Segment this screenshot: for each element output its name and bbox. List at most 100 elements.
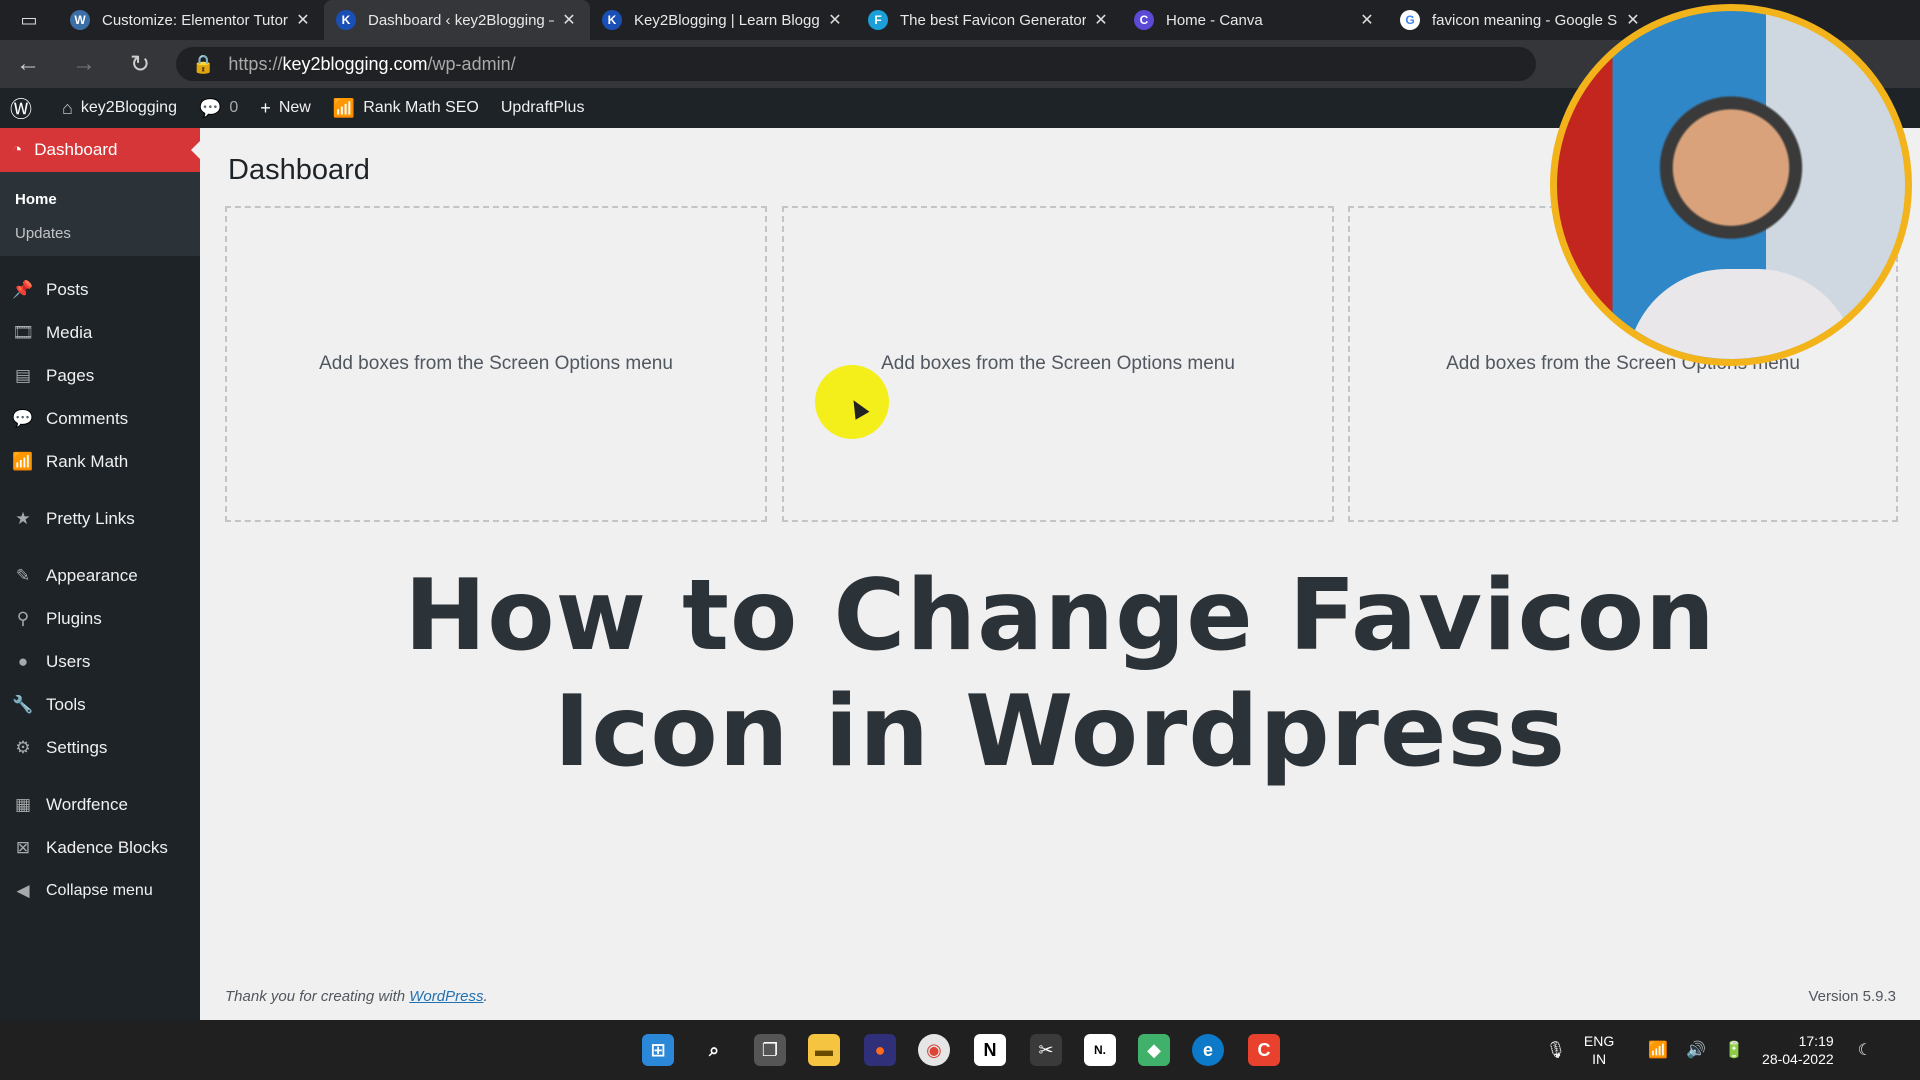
edge-icon[interactable]: e: [1192, 1034, 1224, 1066]
chrome-icon[interactable]: ◉: [918, 1034, 950, 1066]
new-label: New: [278, 99, 311, 116]
sidebar-item-users[interactable]: ● Users: [0, 640, 200, 683]
sidebar-item-posts[interactable]: 📌 Posts: [0, 268, 200, 311]
brush-icon: ✎: [15, 565, 31, 585]
reload-icon[interactable]: ↻: [112, 50, 168, 79]
sidebar-item-label: Settings: [46, 737, 108, 757]
close-tab-icon[interactable]: ✕: [1092, 10, 1110, 30]
empty-dashboard-box: Add boxes from the Screen Options menu: [225, 206, 767, 522]
site-name-link[interactable]: ⌂ key2Blogging: [62, 98, 177, 119]
sidebar-item-media[interactable]: 🎞 Media: [0, 311, 200, 354]
sidebar-item-appearance[interactable]: ✎ Appearance: [0, 554, 200, 597]
wordpress-icon: W: [70, 10, 90, 30]
sidebar-item-pages[interactable]: ▤ Pages: [0, 354, 200, 397]
browser-tab[interactable]: K Key2Blogging | Learn Blogg ✕: [590, 0, 856, 40]
notion-icon[interactable]: N: [974, 1034, 1006, 1066]
notification-icon[interactable]: ☾: [1858, 1040, 1872, 1060]
favicon-generator-icon: F: [868, 10, 888, 30]
close-tab-icon[interactable]: ✕: [1624, 10, 1642, 30]
sidebar-item-label: Plugins: [46, 608, 102, 628]
back-icon[interactable]: ←: [0, 50, 56, 78]
k2b-icon: K: [602, 10, 622, 30]
admin-footer-text: Thank you for creating with WordPress.: [225, 988, 488, 1005]
tab-title: The best Favicon Generator: [900, 11, 1086, 29]
sidebar-item-wordfence[interactable]: ▦ Wordfence: [0, 783, 200, 826]
sidebar-item-tools[interactable]: 🔧 Tools: [0, 683, 200, 726]
dashboard-submenu: Home Updates: [0, 172, 200, 256]
notepad-icon[interactable]: N.: [1084, 1034, 1116, 1066]
sidebar-item-label: Pages: [46, 365, 95, 385]
lang-top: ENG: [1583, 1033, 1615, 1049]
sidebar-item-label: Media: [46, 322, 93, 342]
comment-icon: 💬: [12, 408, 34, 428]
start-icon[interactable]: ⊞: [642, 1034, 674, 1066]
rank-math-seo-link[interactable]: 📶 Rank Math SEO: [333, 98, 479, 119]
submenu-updates[interactable]: Updates: [0, 216, 200, 250]
sidebar-item-kadence-blocks[interactable]: ⊠ Kadence Blocks: [0, 826, 200, 869]
admin-sidebar: ◔ Dashboard Home Updates 📌 Posts 🎞 Media ▤ Pa…: [0, 128, 200, 1020]
menu-dashboard-label: Dashboard: [34, 140, 118, 159]
close-tab-icon[interactable]: ✕: [294, 10, 312, 30]
address-bar[interactable]: 🔒 https://key2blogging.com/wp-admin/: [176, 47, 1536, 81]
sidebar-item-label: Collapse menu: [46, 881, 153, 899]
url-host: key2blogging.com: [282, 53, 428, 74]
submenu-home[interactable]: Home: [0, 182, 200, 216]
sidebar-item-settings[interactable]: ⚙ Settings: [0, 726, 200, 769]
comments-link[interactable]: 💬 0: [199, 98, 238, 119]
sidebar-item-label: Posts: [46, 279, 89, 299]
tab-title: Dashboard ‹ key2Blogging –: [368, 11, 554, 29]
home-icon: ⌂: [62, 97, 73, 118]
browser-tab[interactable]: K Dashboard ‹ key2Blogging – ✕: [324, 0, 590, 40]
search-icon[interactable]: ⌕: [698, 1034, 730, 1066]
tab-actions-icon[interactable]: ▭: [0, 0, 58, 40]
wifi-icon[interactable]: 📶: [1648, 1040, 1668, 1060]
forward-icon[interactable]: →: [56, 50, 112, 78]
rank-math-label: Rank Math SEO: [363, 99, 479, 116]
menu-dashboard[interactable]: ◔ Dashboard: [0, 128, 200, 172]
system-tray: 🎙 ENG IN 📶 🔊 🔋 17:19 28-04-2022 ☾: [1546, 1030, 1890, 1070]
updraftplus-link[interactable]: UpdraftPlus: [501, 99, 585, 117]
sidebar-item-pretty-links[interactable]: ★ Pretty Links: [0, 497, 200, 540]
snipping-tool-icon[interactable]: ✂: [1030, 1034, 1062, 1066]
footer-period: .: [483, 988, 488, 1005]
browser-tab[interactable]: Gfavicon meaning - Google S ✕: [1388, 0, 1654, 40]
close-tab-icon[interactable]: ✕: [826, 10, 844, 30]
app-icon[interactable]: ●: [864, 1034, 896, 1066]
version-text: Version 5.9.3: [1808, 988, 1896, 1005]
url-path: /wp-admin/: [427, 53, 516, 74]
kadence-icon: ⊠: [15, 837, 31, 857]
sidebar-item-collapse-menu[interactable]: ◀ Collapse menu: [0, 869, 200, 912]
dashboard-icon: ◔: [12, 140, 23, 159]
sidebar-item-plugins[interactable]: ⚲ Plugins: [0, 597, 200, 640]
sidebar-item-label: Appearance: [46, 565, 138, 585]
webcam-overlay: [1550, 4, 1912, 366]
wordpress-logo-icon[interactable]: Ⓦ: [10, 92, 40, 124]
sidebar-item-comments[interactable]: 💬 Comments: [0, 397, 200, 440]
volume-icon[interactable]: 🔊: [1686, 1040, 1706, 1060]
browser-tab[interactable]: F The best Favicon Generator ✕: [856, 0, 1122, 40]
close-tab-icon[interactable]: ✕: [560, 10, 578, 30]
rank-math-icon: 📶: [332, 97, 356, 118]
browser-tab[interactable]: W Customize: Elementor Tutor ✕: [58, 0, 324, 40]
updraftplus-label: UpdraftPlus: [500, 99, 585, 116]
sidebar-item-label: Rank Math: [46, 451, 129, 471]
task-view-icon[interactable]: ❐: [754, 1034, 786, 1066]
camtasia-icon[interactable]: C: [1248, 1034, 1280, 1066]
clock[interactable]: 17:19 28-04-2022: [1762, 1032, 1834, 1068]
battery-icon[interactable]: 🔋: [1724, 1040, 1744, 1060]
wordpress-link[interactable]: WordPress: [409, 988, 483, 1005]
comments-count: 0: [229, 99, 239, 116]
file-explorer-icon[interactable]: ▬: [808, 1034, 840, 1066]
canva-icon: C: [1134, 10, 1154, 30]
plus-icon: +: [260, 97, 271, 118]
close-tab-icon[interactable]: ✕: [1358, 10, 1376, 30]
app-green-icon[interactable]: ◆: [1138, 1034, 1170, 1066]
sidebar-item-rank-math[interactable]: 📶 Rank Math: [0, 440, 200, 483]
browser-tab[interactable]: C Home - Canva ✕: [1122, 0, 1388, 40]
google-icon: G: [1400, 10, 1420, 30]
microphone-icon[interactable]: 🎙: [1546, 1040, 1566, 1060]
language-indicator[interactable]: ENG IN: [1584, 1032, 1614, 1068]
new-content-link[interactable]: + New: [260, 98, 311, 119]
tab-title: Home - Canva: [1166, 11, 1263, 29]
windows-taskbar: ⊞ ⌕ ❐ ▬ ● ◉ N ✂ N. ◆ e C 🎙 ENG IN 📶 🔊 🔋 …: [0, 1020, 1920, 1080]
